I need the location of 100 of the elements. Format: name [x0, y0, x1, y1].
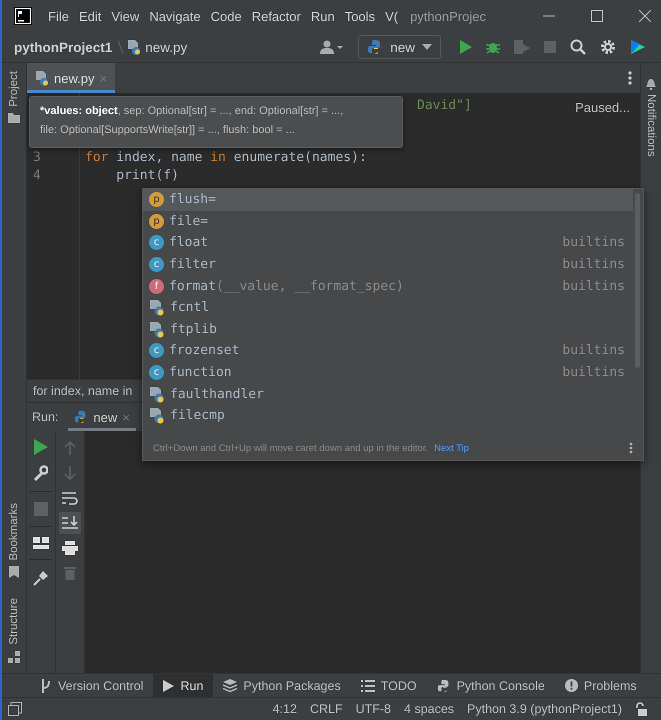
python-logo-icon [436, 678, 451, 692]
app-logo-icon [14, 7, 32, 25]
python-module-icon [149, 320, 165, 338]
menu-item[interactable]: Code [210, 8, 242, 24]
project-breadcrumb[interactable]: pythonProject1 [14, 40, 112, 54]
python-module-icon [149, 299, 165, 316]
parameter-info-tooltip: *values: object, sep: Optional[str] = ..., end: Optional[str] = ..., file: Optional[SupportsWrite[str]] = ..., flush: bool = ... [29, 96, 403, 148]
ide-logo-icon[interactable] [630, 39, 646, 55]
menu-item[interactable]: Refactor [252, 8, 301, 24]
bookmark-icon[interactable] [9, 566, 19, 578]
warning-icon [564, 679, 578, 692]
panel-toggle-icon[interactable] [8, 702, 22, 716]
editor-tab[interactable]: new.py [54, 70, 94, 86]
wrench-icon[interactable] [34, 465, 48, 481]
console-tool-button[interactable] [59, 512, 81, 534]
class-icon: c [149, 235, 164, 250]
more-options-icon[interactable] [628, 71, 632, 85]
code-line: print(f) [115, 168, 179, 182]
python-module-icon [149, 407, 165, 424]
status-item[interactable]: 4 spaces [404, 702, 454, 716]
more-options-icon[interactable] [629, 442, 633, 454]
line-number: 3 [32, 150, 42, 164]
completion-hint: Ctrl+Down and Ctrl+Up will move caret down and up in the editor. [153, 442, 428, 454]
menu-item[interactable]: Edit [78, 8, 102, 24]
class-icon: c [149, 257, 164, 272]
project-tool-tab[interactable]: Project [8, 71, 20, 107]
arrow-down-icon [64, 466, 76, 480]
status-item[interactable]: UTF-8 [356, 702, 392, 716]
completion-item[interactable]: filecmp [143, 404, 633, 427]
tool-window-tab[interactable]: Python Console [426, 674, 555, 697]
python-logo-icon [74, 410, 88, 424]
tool-window-tab[interactable]: TODO [350, 674, 427, 697]
layers-icon [223, 678, 238, 692]
window-title: pythonProjec [410, 8, 486, 24]
tool-window-tab[interactable]: Problems [554, 674, 647, 697]
console-tab[interactable]: new [93, 410, 118, 424]
arrow-up-icon [64, 441, 76, 455]
file-breadcrumb[interactable]: new.py [145, 40, 188, 54]
branch-icon [40, 678, 52, 692]
completion-item[interactable]: c function builtins [143, 362, 633, 384]
bookmarks-tool-tab[interactable]: Bookmarks [8, 502, 20, 560]
run-panel-title: Run: [31, 410, 60, 424]
code-line: for index, name in enumerate(names): [85, 150, 367, 164]
bug-icon[interactable] [486, 40, 500, 54]
run-icon[interactable] [460, 40, 472, 54]
completion-item[interactable]: f format(__value, __format_spec) builtins [143, 275, 633, 297]
menu-item[interactable]: View [111, 8, 140, 24]
class-icon: c [149, 365, 164, 380]
completion-item[interactable]: p file= [143, 210, 633, 232]
notifications-tool-tab[interactable]: Notifications [645, 94, 657, 157]
completion-item[interactable]: fcntl [143, 296, 633, 319]
printer-icon [62, 541, 78, 555]
tool-window-tab[interactable]: Python Packages [213, 674, 351, 697]
settings-icon[interactable] [600, 39, 616, 55]
soft-wrap-icon [62, 491, 78, 505]
rerun-icon[interactable] [34, 439, 48, 455]
menu-item[interactable]: Run [310, 8, 335, 24]
run-configuration-dropdown[interactable]: new [358, 35, 441, 59]
line-number: 4 [32, 168, 42, 182]
python-file-icon [127, 39, 142, 55]
completion-item[interactable]: ftplib [143, 318, 633, 340]
completion-item[interactable]: c float builtins [143, 232, 633, 254]
menu-item[interactable]: File [48, 8, 69, 24]
scroll-to-end-icon [62, 516, 78, 530]
completion-item[interactable]: faulthandler [143, 383, 633, 405]
status-item[interactable]: CRLF [310, 702, 343, 716]
function-icon: f [149, 278, 164, 294]
python-module-icon [149, 386, 165, 403]
class-icon: c [149, 343, 164, 358]
completion-item[interactable]: c filter builtins [143, 254, 633, 276]
code-line: David"] [417, 98, 472, 112]
structure-tool-tab[interactable]: Structure [8, 598, 20, 645]
debugger-status: Paused... [575, 100, 630, 115]
menu-item[interactable]: V( [385, 8, 398, 24]
folder-icon[interactable] [8, 112, 20, 123]
python-file-icon [35, 70, 49, 86]
tool-window-tab[interactable]: Version Control [30, 674, 154, 697]
trash-icon [64, 566, 76, 580]
status-item[interactable]: Python 3.9 (pythonProject1) [467, 702, 622, 716]
status-item[interactable]: 4:12 [272, 702, 297, 716]
user-icon[interactable] [320, 40, 344, 54]
bell-icon[interactable] [645, 77, 657, 90]
menu-item[interactable]: Tools [344, 8, 376, 24]
search-icon[interactable] [570, 39, 586, 55]
menu-item[interactable]: Navigate [149, 8, 201, 24]
code-breadcrumb[interactable]: for index, name in [33, 384, 132, 398]
maximize-icon[interactable] [591, 10, 603, 22]
parameter-icon: p [149, 192, 164, 208]
next-tip-link[interactable]: Next Tip [434, 442, 469, 454]
python-logo-icon [367, 39, 384, 55]
structure-icon[interactable] [8, 651, 20, 663]
lock-icon[interactable] [635, 702, 647, 716]
completion-item[interactable]: p flush= [143, 189, 633, 211]
close-icon[interactable] [639, 10, 651, 22]
completion-item[interactable]: c frozenset builtins [143, 340, 633, 362]
tool-window-tab[interactable]: Run [153, 674, 214, 697]
pin-icon[interactable] [33, 570, 49, 586]
layout-icon[interactable] [33, 537, 49, 549]
list-icon [360, 680, 375, 692]
run-icon [163, 680, 174, 692]
